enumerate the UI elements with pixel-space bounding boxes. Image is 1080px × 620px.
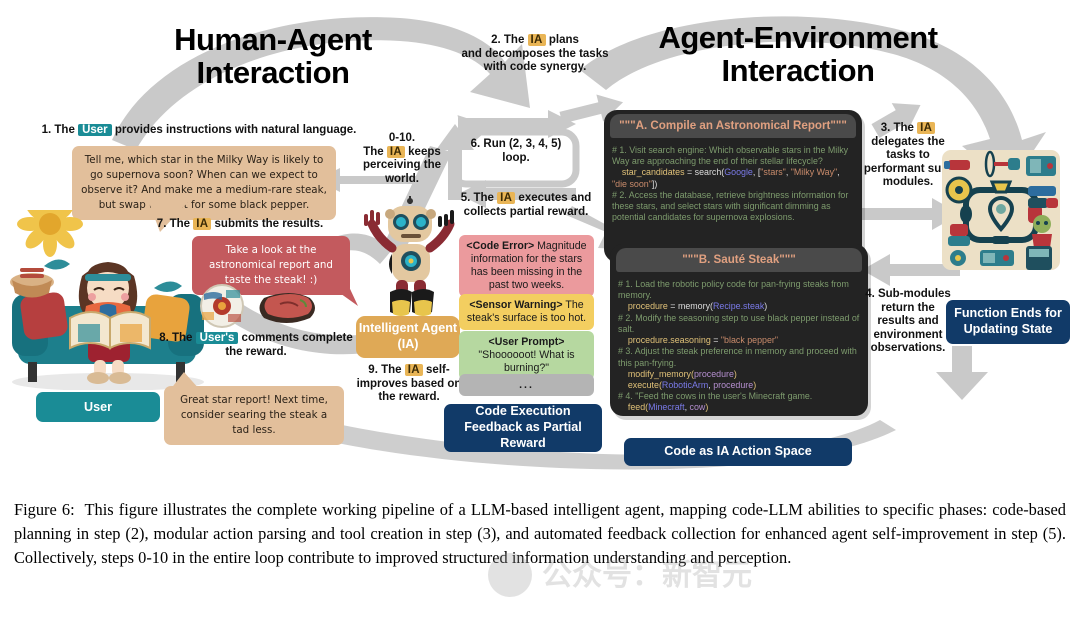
step-1-text: 1. The User provides instructions with n… [34, 124, 364, 138]
step-3-suffix: delegates the tasks to performant sub-mo… [863, 135, 953, 189]
step-1-prefix: 1. The [41, 124, 79, 136]
step-7-prefix: 7. The [156, 218, 194, 230]
ia-badge-9: IA [404, 364, 423, 376]
user-illustration [10, 210, 204, 390]
robot-illustration [364, 196, 455, 316]
agent-reply-bubble-tail [316, 276, 358, 306]
step-2-prefix: 2. The [491, 34, 528, 46]
step-0-10-head: 0-10. [388, 132, 416, 144]
ia-badge: IA [193, 218, 212, 230]
code-line: procedure = memory(Recipe.steak) [618, 301, 768, 312]
step-2-text: 2. The IA plans and decomposes the tasks… [460, 34, 610, 75]
step-9-text: 9. The IA self-improves based on the rew… [348, 364, 470, 405]
right-title-line1: Agent-Environment [658, 20, 938, 55]
code-execution-banner: Code Execution Feedback as Partial Rewar… [444, 404, 602, 452]
step-9-prefix: 9. The [368, 364, 405, 376]
chip-tag-user-prompt: <User Prompt> [488, 336, 565, 348]
caption-label: Figure 6: [14, 500, 75, 519]
caption-text: This figure illustrates the complete wor… [14, 500, 1066, 567]
chip-tag-sensor-warning: <Sensor Warning> [469, 299, 563, 311]
code-line: # 1. Load the robotic policy code for pa… [618, 279, 849, 301]
step-8-suffix: comments complete the reward. [225, 332, 353, 358]
step-2-plans: plans [545, 34, 579, 46]
right-title-line2: Interaction [721, 52, 875, 88]
code-line: # 2. Modify the seasoning step to use bl… [618, 312, 860, 334]
chip-text-user-prompt: "Shoooooot! What is burning?" [478, 348, 575, 374]
step-8-text: 8. The User's comments complete the rewa… [150, 332, 362, 359]
step-2-rest: and decomposes the tasks with code syner… [461, 47, 609, 74]
step-0-10-prefix: The [363, 145, 387, 158]
function-ends-banner: Function Ends for Updating State [946, 300, 1070, 344]
code-action-space-banner: Code as IA Action Space [624, 438, 852, 466]
user-badge: User [78, 124, 112, 136]
code-line: # 2. Access the database, retrieve brigh… [612, 189, 849, 223]
result-artifacts-illustration [200, 284, 315, 328]
user-poss-badge: User's [195, 332, 239, 344]
feedback-chip-more: ... [459, 374, 594, 396]
left-title-line2: Interaction [196, 54, 350, 90]
intelligent-agent-pill: Intelligent Agent (IA) [356, 316, 460, 358]
code-line: star_candidates = search(Google, ["stars… [612, 167, 840, 189]
feedback-chip-user-prompt: <User Prompt> "Shoooooot! What is burning… [459, 331, 594, 380]
left-title: Human-Agent Interaction [108, 22, 438, 90]
user-feedback-bubble-tail [170, 372, 200, 390]
code-card-b-header: """B. Sauté Steak""" [616, 248, 862, 272]
step-3-prefix: 3. The [880, 122, 918, 134]
intelligent-agent-label: Intelligent Agent (IA) [358, 321, 458, 351]
code-card-a-body: # 1. Visit search engine: Which observab… [604, 138, 862, 230]
step-6-text: 6. Run (2, 3, 4, 5) loop. [470, 138, 562, 164]
code-card-a: """A. Compile an Astronomical Report""" … [604, 110, 862, 262]
step-0-10-text: 0-10. The IA keeps perceiving the world. [346, 132, 458, 186]
step-7-text: 7. The IA submits the results. [140, 218, 340, 232]
ia-badge-2: IA [527, 34, 546, 46]
user-label-pill: User [36, 392, 160, 422]
code-card-a-header: """A. Compile an Astronomical Report""" [610, 114, 856, 138]
code-line: feed(Minecraft, cow) [618, 402, 709, 413]
code-line: # 3. Adjust the steak preference in memo… [618, 346, 857, 368]
code-line: procedure.seasoning = "black pepper" [618, 335, 779, 346]
step-7-suffix: submits the results. [211, 218, 324, 230]
ia-badge-5: IA [497, 192, 516, 204]
figure-caption: Figure 6: This figure illustrates the co… [14, 498, 1066, 569]
code-line: # 1. Visit search engine: Which observab… [612, 145, 849, 167]
ia-badge-3: IA [917, 122, 936, 134]
left-title-line1: Human-Agent [174, 22, 372, 57]
feedback-chip-code-error: <Code Error> Magnitude information for t… [459, 235, 594, 297]
step-5-text: 5. The IA executes and collects partial … [456, 192, 596, 219]
code-card-b: """B. Sauté Steak""" # 1. Load the robot… [610, 244, 868, 416]
code-line: # 4. "Feed the cows in the user's Minecr… [618, 391, 813, 402]
chip-tag-code-error: <Code Error> [466, 240, 535, 252]
user-feedback-bubble: Great star report! Next time, consider s… [164, 386, 344, 445]
feedback-chip-sensor-warning: <Sensor Warning> The steak's surface is … [459, 294, 594, 330]
sub-modules-illustration [942, 150, 1060, 270]
step-3-text: 3. The IA delegates the tasks to perform… [862, 122, 954, 190]
ia-badge-0: IA [386, 145, 405, 158]
step-5-prefix: 5. The [460, 192, 498, 204]
figure-6-diagram: Human-Agent Interaction Agent-Environmen… [0, 0, 1080, 492]
code-line: modify_memory(procedure) [618, 368, 737, 379]
step-4-text: 4. Sub-modules return the results and en… [865, 288, 951, 355]
right-title: Agent-Environment Interaction [588, 20, 1008, 88]
code-line: execute(RoboticArm, procedure) [618, 379, 757, 390]
step-8-prefix: 8. The [159, 332, 196, 344]
step-1-suffix: provides instructions with natural langu… [111, 124, 357, 136]
code-card-b-body: # 1. Load the robotic policy code for pa… [610, 272, 868, 416]
user-request-bubble: Tell me, which star in the Milky Way is … [72, 146, 336, 220]
